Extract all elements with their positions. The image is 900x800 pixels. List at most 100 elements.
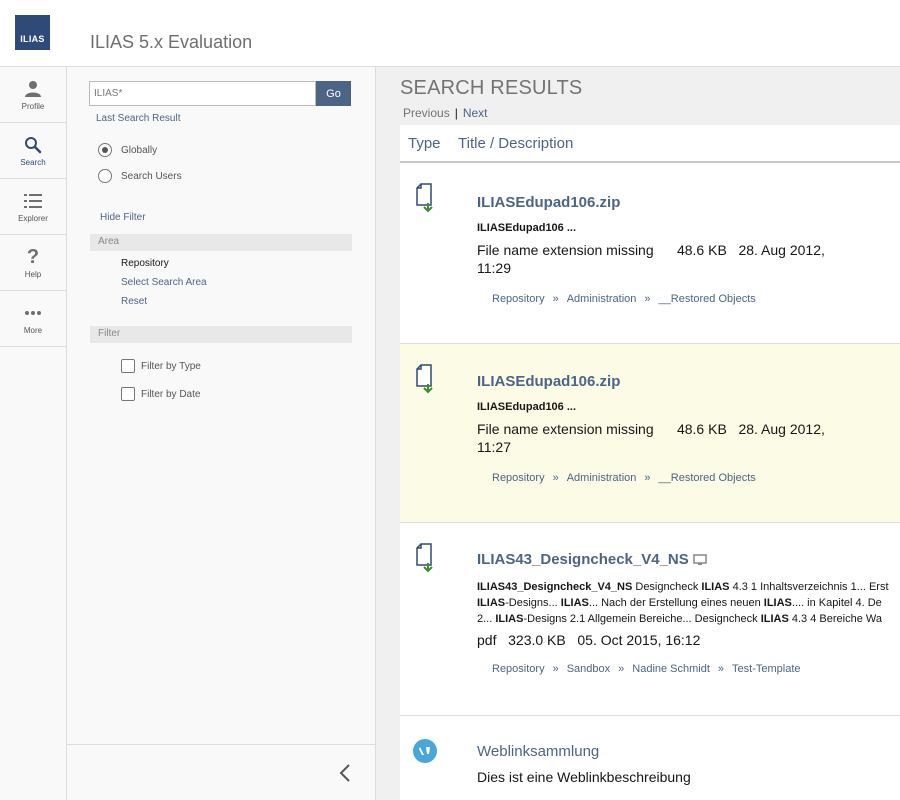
breadcrumb-separator: » [717,663,725,675]
next-link[interactable]: Next [463,106,488,120]
column-header-title[interactable]: Title / Description [458,135,573,152]
breadcrumb-item[interactable]: Test-Template [732,663,800,675]
table-row: ILIASEdupad106.zip ILIASEdupad106 ... Fi… [400,344,900,523]
radio-button[interactable] [98,169,112,183]
desc-fragment: -Designs... [505,597,561,609]
result-description: ILIAS-Designs... ILIAS... Nach der Erste… [477,597,882,609]
select-search-area-link[interactable]: Select Search Area [121,277,207,288]
breadcrumb-item[interactable]: Sandbox [567,663,610,675]
pagination: Previous | Next [403,106,488,120]
props-line: File name extension missing 48.6 KB 28. … [477,421,825,437]
result-description: ILIAS43_Designcheck_V4_NS Designcheck IL… [477,581,889,593]
mainbar-item-profile[interactable]: Profile [0,67,66,123]
ilias-logo[interactable]: ILIAS [15,15,50,50]
mainbar-label: Explorer [18,214,48,223]
radio-label: Search Users [121,170,182,182]
breadcrumb-item[interactable]: Administration [567,293,637,305]
checkbox[interactable] [121,387,135,401]
mainbar-item-help[interactable]: ? Help [0,235,66,291]
desc-fragment: ... Nach der Erstellung eines neuen [588,597,764,609]
result-title-link[interactable]: ILIAS43_Designcheck_V4_NS [477,551,689,568]
desc-fragment: .... in Kapitel 4. De [791,597,882,609]
desc-fragment: ILIAS [560,597,589,609]
result-description: ILIASEdupad106 ... [477,222,577,234]
checkbox[interactable] [121,359,135,373]
breadcrumb-item[interactable]: Nadine Schmidt [632,663,710,675]
slate-footer [67,744,375,800]
mainbar-item-search[interactable]: Search [0,123,66,179]
area-value: Repository [121,258,169,269]
collapse-slate-button[interactable] [335,761,355,785]
table-header: Type Title / Description [400,125,900,163]
result-description: 2... ILIAS-Designs 2.1 Allgemein Bereich… [477,613,882,625]
table-row: ILIAS43_Designcheck_V4_NS ILIAS43_Design… [400,523,900,716]
mainbar-label: Profile [21,102,45,111]
results-table: Type Title / Description ILIASEdupad106.… [400,125,900,800]
desc-fragment: ILIAS [477,597,506,609]
person-icon [22,78,44,100]
mainbar-label: Help [24,270,42,279]
chevron-left-icon [339,764,350,782]
result-properties: File name extension missing 48.6 KB 28. … [477,241,825,277]
ellipsis-icon [22,302,44,324]
breadcrumb-separator: » [552,293,559,305]
checkbox-label: Filter by Type [141,360,201,372]
breadcrumb-separator: » [552,663,559,675]
props-line: 11:27 [477,439,511,455]
hide-filter-link[interactable]: Hide Filter [100,212,146,223]
mainbar-item-more[interactable]: More [0,291,66,347]
radio-label: Globally [121,144,158,156]
desc-fragment: 2... [477,613,496,625]
result-title-link[interactable]: Weblinksammlung [477,743,599,760]
weblink-icon [413,739,437,763]
result-properties: pdf 323.0 KB 05. Oct 2015, 16:12 [477,632,701,648]
result-description: ILIASEdupad106 ... [477,401,577,413]
last-search-result-link[interactable]: Last Search Result [96,113,181,124]
table-row: ILIASEdupad106.zip ILIASEdupad106 ... Fi… [400,163,900,344]
desc-fragment: ILIAS [495,613,524,625]
mainbar: Profile Search Explorer ? Help More [0,67,67,800]
result-title-link[interactable]: ILIASEdupad106.zip [477,194,620,211]
breadcrumb-item[interactable]: Repository [492,293,545,305]
breadcrumb: Repository » Sandbox » Nadine Schmidt » Test-T… [492,663,801,675]
breadcrumb-item[interactable]: Repository [492,663,545,675]
go-button[interactable]: Go [316,81,351,106]
props-line: 11:29 [477,260,511,276]
filter-heading: Filter [90,326,352,343]
result-properties: File name extension missing 48.6 KB 28. … [477,420,825,456]
filter-by-type[interactable]: Filter by Type [121,359,201,373]
result-title-link[interactable]: ILIASEdupad106.zip [477,373,620,390]
radio-globally[interactable]: Globally [98,143,157,157]
area-heading: Area [90,234,352,251]
reset-link[interactable]: Reset [121,296,147,307]
desc-fragment: 4.3 4 Bereiche Wa [788,613,882,625]
radio-button[interactable] [98,143,112,157]
breadcrumb-item[interactable]: __Restored Objects [659,472,756,484]
breadcrumb: Repository » Administration » __Restored Obj… [492,472,756,484]
props-line: File name extension missing 48.6 KB 28. … [477,242,825,258]
breadcrumb-item[interactable]: __Restored Objects [659,293,756,305]
column-header-type[interactable]: Type [408,135,458,152]
desc-fragment: ILIAS [760,613,789,625]
checkbox-label: Filter by Date [141,388,201,400]
monitor-icon [693,554,707,565]
file-download-icon [416,543,433,573]
desc-fragment: ILIAS43_Designcheck_V4_NS [477,581,633,593]
question-icon: ? [26,245,40,268]
search-icon [22,134,44,156]
mainbar-label: More [23,326,43,335]
filter-by-date[interactable]: Filter by Date [121,387,200,401]
breadcrumb-separator: » [644,472,651,484]
previous-link[interactable]: Previous [403,106,450,120]
list-icon [22,190,44,212]
search-input[interactable] [89,81,316,106]
mainbar-item-explorer[interactable]: Explorer [0,179,66,235]
breadcrumb-item[interactable]: Administration [567,472,637,484]
main-content: SEARCH RESULTS Previous | Next Type Title … [376,67,900,800]
breadcrumb-separator: » [552,472,559,484]
breadcrumb-item[interactable]: Repository [492,472,545,484]
desc-fragment: ILIAS [701,581,730,593]
breadcrumb-separator: » [618,663,625,675]
app-title: ILIAS 5.x Evaluation [90,32,253,52]
radio-search-users[interactable]: Search Users [98,169,182,183]
